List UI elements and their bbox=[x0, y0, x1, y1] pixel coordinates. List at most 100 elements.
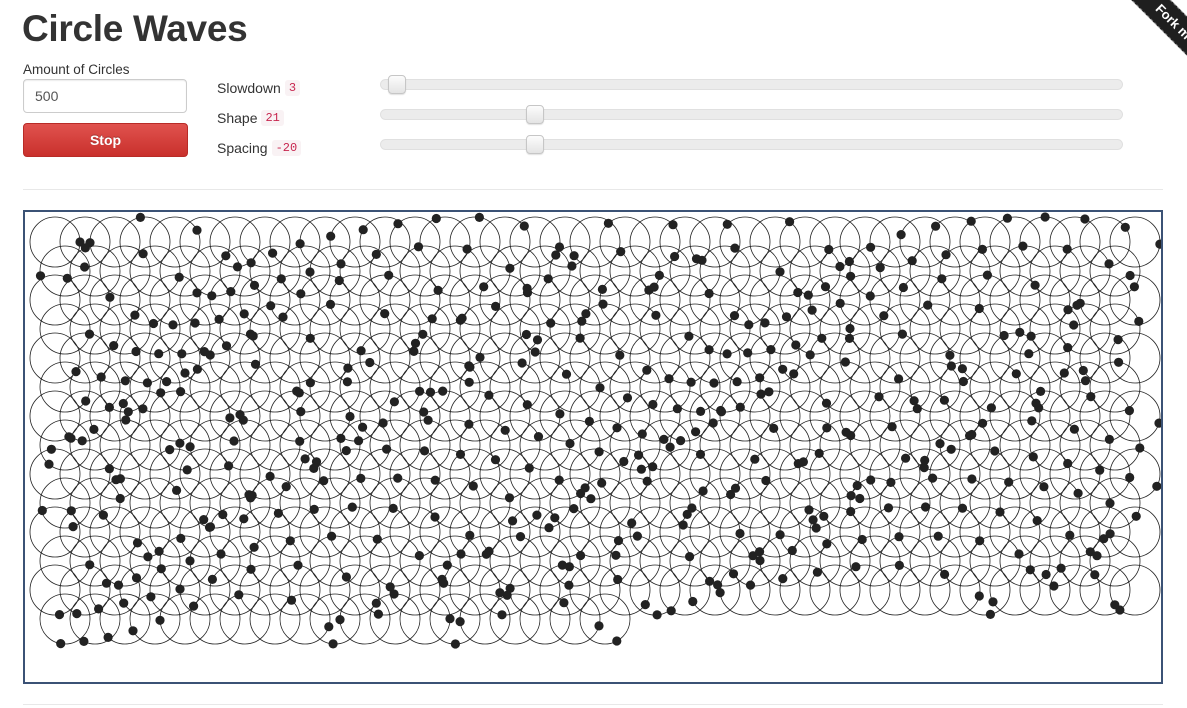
wave-dot bbox=[393, 473, 403, 483]
wave-dot bbox=[430, 512, 440, 522]
wave-dot bbox=[698, 486, 708, 496]
wave-dot bbox=[530, 347, 540, 357]
wave-dot bbox=[118, 398, 128, 409]
wave-dot bbox=[846, 506, 856, 517]
wave-circle bbox=[399, 593, 451, 645]
wave-dot bbox=[205, 350, 215, 360]
wave-dot bbox=[109, 341, 119, 351]
wave-dot bbox=[576, 550, 586, 561]
wave-dot bbox=[327, 531, 337, 541]
wave-circle bbox=[569, 564, 621, 616]
slowdown-value: 3 bbox=[284, 80, 301, 96]
shape-slider[interactable] bbox=[380, 105, 1123, 124]
wave-dot bbox=[455, 449, 466, 459]
wave-dot bbox=[508, 516, 518, 526]
wave-dot bbox=[278, 312, 288, 322]
wave-dot bbox=[380, 309, 390, 319]
wave-dot bbox=[450, 639, 460, 649]
wave-circle bbox=[959, 564, 1011, 616]
wave-dot bbox=[445, 614, 455, 624]
wave-circle bbox=[1109, 216, 1161, 268]
wave-dot bbox=[433, 285, 443, 295]
wave-dot bbox=[965, 431, 975, 441]
wave-dot bbox=[695, 449, 706, 459]
wave-dot bbox=[745, 580, 756, 590]
wave-dot bbox=[430, 475, 440, 485]
wave-dot bbox=[464, 377, 474, 387]
circle-waves-drawing bbox=[29, 212, 1161, 649]
wave-dot bbox=[234, 590, 244, 600]
wave-dot bbox=[1063, 458, 1073, 469]
wave-dot bbox=[665, 442, 675, 452]
wave-dot bbox=[1063, 343, 1073, 353]
wave-dot bbox=[146, 592, 156, 602]
wave-dot bbox=[901, 453, 911, 463]
wave-dot bbox=[1024, 349, 1034, 359]
wave-dot bbox=[414, 551, 424, 561]
wave-dot bbox=[791, 340, 801, 350]
wave-dot bbox=[855, 493, 865, 504]
wave-dot bbox=[928, 473, 938, 483]
wave-dot bbox=[865, 291, 875, 301]
wave-dot bbox=[722, 219, 732, 229]
wave-dot bbox=[764, 387, 774, 397]
wave-dot bbox=[766, 345, 776, 355]
slowdown-slider-handle[interactable] bbox=[388, 75, 406, 94]
slowdown-slider[interactable] bbox=[380, 75, 1123, 94]
wave-dot bbox=[1090, 570, 1100, 580]
wave-dot bbox=[840, 357, 851, 367]
spacing-slider-handle[interactable] bbox=[526, 135, 544, 154]
fork-me-link[interactable]: Fork me on GitHub bbox=[1125, 0, 1187, 122]
wave-dot bbox=[465, 362, 475, 372]
wave-dot bbox=[172, 485, 182, 495]
wave-circle bbox=[39, 303, 91, 355]
wave-dot bbox=[1015, 327, 1025, 337]
wave-dot bbox=[879, 311, 889, 321]
wave-circle bbox=[1079, 506, 1131, 558]
shape-name: Shape bbox=[217, 110, 258, 126]
shape-label: Shape 21 bbox=[217, 110, 284, 126]
wave-dot bbox=[347, 502, 357, 512]
wave-dot bbox=[935, 439, 945, 449]
wave-dot bbox=[866, 475, 876, 485]
wave-circle bbox=[279, 593, 331, 645]
wave-circle bbox=[579, 593, 631, 645]
wave-dot bbox=[462, 244, 472, 254]
wave-dot bbox=[504, 493, 515, 503]
wave-dot bbox=[729, 311, 740, 321]
wave-dot bbox=[1032, 516, 1042, 526]
stop-button[interactable]: Stop bbox=[23, 123, 188, 157]
wave-circle bbox=[749, 564, 801, 616]
wave-dot bbox=[389, 397, 399, 407]
wave-dot bbox=[1134, 316, 1144, 326]
wave-dot bbox=[174, 272, 184, 282]
wave-dot bbox=[292, 386, 302, 396]
wave-dot bbox=[490, 455, 501, 465]
amount-of-circles-input[interactable] bbox=[23, 79, 187, 113]
wave-dot bbox=[1059, 368, 1069, 378]
wave-dot bbox=[857, 534, 867, 545]
wave-circle bbox=[39, 593, 91, 645]
wave-dot bbox=[248, 331, 258, 341]
wave-dot bbox=[1069, 424, 1079, 434]
wave-dot bbox=[894, 374, 904, 384]
wave-dot bbox=[957, 364, 968, 374]
wave-dot bbox=[603, 218, 614, 228]
wave-dot bbox=[1124, 406, 1134, 416]
wave-circle bbox=[129, 593, 181, 645]
wave-dot bbox=[281, 482, 291, 492]
wave-dot bbox=[221, 251, 231, 261]
wave-dot bbox=[920, 502, 931, 512]
wave-dot bbox=[413, 242, 424, 252]
github-ribbon[interactable]: Fork me on GitHub bbox=[1037, 0, 1187, 150]
shape-slider-handle[interactable] bbox=[526, 105, 544, 124]
wave-dot bbox=[185, 442, 195, 452]
wave-dot bbox=[1113, 335, 1123, 345]
wave-circle bbox=[779, 564, 831, 616]
wave-dot bbox=[410, 338, 421, 348]
wave-dot bbox=[990, 446, 1000, 456]
wave-dot bbox=[664, 374, 674, 384]
wave-dot bbox=[62, 273, 72, 283]
spacing-slider[interactable] bbox=[380, 135, 1123, 154]
circle-waves-canvas[interactable] bbox=[23, 210, 1163, 684]
